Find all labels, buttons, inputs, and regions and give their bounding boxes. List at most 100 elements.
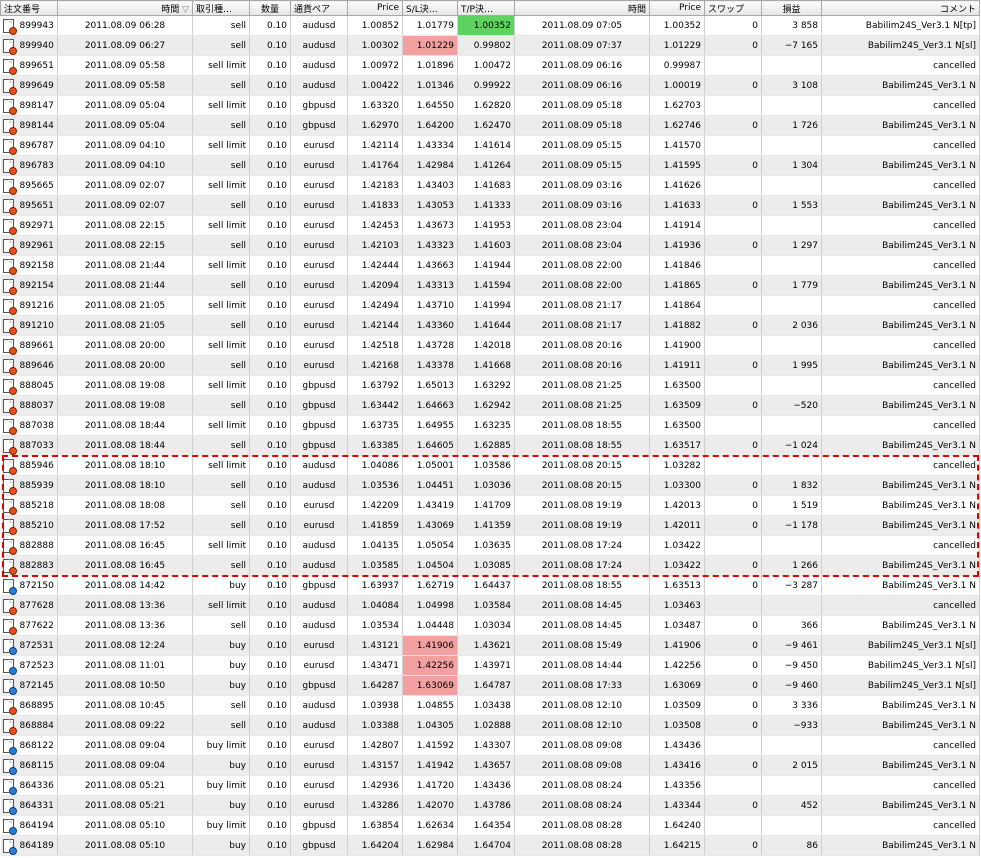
order-id: 892154 bbox=[19, 280, 54, 291]
cell-close-price: 1.03282 bbox=[649, 455, 705, 476]
table-row[interactable]: 877628 2011.08.08 13:36 sell limit 0.10 audu… bbox=[0, 595, 980, 616]
table-row[interactable]: 895665 2011.08.09 02:07 sell limit 0.10 euru… bbox=[0, 175, 980, 196]
table-row[interactable]: 885218 2011.08.08 18:08 sell 0.10 eurusd 1.42… bbox=[0, 495, 980, 516]
table-row[interactable]: 877622 2011.08.08 13:36 sell 0.10 audusd 1.03… bbox=[0, 615, 980, 636]
cell-close-price: 0.99987 bbox=[649, 55, 705, 76]
col-header-close-time[interactable]: 時間 bbox=[514, 0, 650, 16]
table-row[interactable]: 892971 2011.08.08 22:15 sell limit 0.10 euru… bbox=[0, 215, 980, 236]
cell-tp: 1.41683 bbox=[457, 175, 515, 196]
col-header-type[interactable]: 取引種… bbox=[192, 0, 250, 16]
cell-sl: 1.04305 bbox=[402, 715, 458, 736]
table-row[interactable]: 864331 2011.08.08 05:21 buy 0.10 eurusd 1.432… bbox=[0, 795, 980, 816]
table-row[interactable]: 892154 2011.08.08 21:44 sell 0.10 eurusd 1.42… bbox=[0, 275, 980, 296]
table-row[interactable]: 899940 2011.08.09 06:27 sell 0.10 audusd 1.00… bbox=[0, 35, 980, 56]
table-row[interactable]: 892158 2011.08.08 21:44 sell limit 0.10 euru… bbox=[0, 255, 980, 276]
cell-type: sell bbox=[192, 615, 250, 636]
cell-type: sell bbox=[192, 315, 250, 336]
cell-price: 1.04135 bbox=[347, 535, 403, 556]
cell-open-time: 2011.08.08 05:10 bbox=[57, 835, 193, 856]
col-header-sl[interactable]: S/L決… bbox=[402, 0, 458, 16]
table-row[interactable]: 896783 2011.08.09 04:10 sell 0.10 eurusd 1.41… bbox=[0, 155, 980, 176]
cell-price: 1.63937 bbox=[347, 575, 403, 596]
cell-swap: 0 bbox=[704, 435, 762, 456]
cell-profit: 86 bbox=[761, 835, 822, 856]
table-row[interactable]: 899649 2011.08.09 05:58 sell 0.10 audusd 1.00… bbox=[0, 75, 980, 96]
table-row[interactable]: 864189 2011.08.08 05:10 buy 0.10 gbpusd 1.642… bbox=[0, 835, 980, 856]
table-row[interactable]: 889646 2011.08.08 20:00 sell 0.10 eurusd 1.42… bbox=[0, 355, 980, 376]
cell-close-time: 2011.08.09 03:16 bbox=[514, 175, 650, 196]
cell-order-id: 889661 bbox=[0, 335, 58, 356]
table-row[interactable]: 868884 2011.08.08 09:22 sell 0.10 audusd 1.03… bbox=[0, 715, 980, 736]
table-row[interactable]: 891216 2011.08.08 21:05 sell limit 0.10 euru… bbox=[0, 295, 980, 316]
cell-type: sell bbox=[192, 155, 250, 176]
table-row[interactable]: 864336 2011.08.08 05:21 buy limit 0.10 eurus… bbox=[0, 775, 980, 796]
cell-open-time: 2011.08.09 05:58 bbox=[57, 75, 193, 96]
cell-profit bbox=[761, 55, 822, 76]
table-row[interactable]: 885946 2011.08.08 18:10 sell limit 0.10 audu… bbox=[0, 455, 980, 476]
cell-swap: 0 bbox=[704, 575, 762, 596]
cell-symbol: gbpusd bbox=[290, 415, 348, 436]
order-id: 877622 bbox=[19, 620, 54, 631]
col-header-close-price[interactable]: Price bbox=[649, 0, 705, 16]
table-row[interactable]: 891210 2011.08.08 21:05 sell 0.10 eurusd 1.42… bbox=[0, 315, 980, 336]
col-header-symbol[interactable]: 通貨ペア bbox=[290, 0, 348, 16]
col-header-order-id[interactable]: 注文番号 bbox=[0, 0, 58, 16]
cell-tp: 1.03036 bbox=[457, 475, 515, 496]
table-row[interactable]: 868122 2011.08.08 09:04 buy limit 0.10 eurus… bbox=[0, 735, 980, 756]
table-row[interactable]: 896787 2011.08.09 04:10 sell limit 0.10 euru… bbox=[0, 135, 980, 156]
cell-close-price: 1.42256 bbox=[649, 655, 705, 676]
table-row[interactable]: 888045 2011.08.08 19:08 sell limit 0.10 gbpu… bbox=[0, 375, 980, 396]
table-row[interactable]: 899651 2011.08.09 05:58 sell limit 0.10 audu… bbox=[0, 55, 980, 76]
cell-sl: 1.01346 bbox=[402, 75, 458, 96]
cell-close-price: 1.63069 bbox=[649, 675, 705, 696]
table-row[interactable]: 882888 2011.08.08 16:45 sell limit 0.10 audu… bbox=[0, 535, 980, 556]
cell-type: sell limit bbox=[192, 95, 250, 116]
col-header-tp[interactable]: T/P決… bbox=[457, 0, 515, 16]
cell-symbol: eurusd bbox=[290, 175, 348, 196]
table-row[interactable]: 872531 2011.08.08 12:24 buy 0.10 eurusd 1.431… bbox=[0, 635, 980, 656]
col-header-profit[interactable]: 損益 bbox=[761, 0, 822, 16]
table-row[interactable]: 864194 2011.08.08 05:10 buy limit 0.10 gbpus… bbox=[0, 815, 980, 836]
cell-sl: 1.63069 bbox=[402, 675, 458, 696]
cell-swap: 0 bbox=[704, 495, 762, 516]
col-header-comment[interactable]: コメント bbox=[821, 0, 980, 16]
sort-down-icon: ▽ bbox=[182, 4, 189, 15]
table-row[interactable]: 887033 2011.08.08 18:44 sell 0.10 gbpusd 1.63… bbox=[0, 435, 980, 456]
table-row[interactable]: 868895 2011.08.08 10:45 sell 0.10 audusd 1.03… bbox=[0, 695, 980, 716]
col-header-price[interactable]: Price bbox=[347, 0, 403, 16]
order-id: 889661 bbox=[19, 340, 54, 351]
table-row[interactable]: 885210 2011.08.08 17:52 sell 0.10 eurusd 1.41… bbox=[0, 515, 980, 536]
table-row[interactable]: 892961 2011.08.08 22:15 sell 0.10 eurusd 1.42… bbox=[0, 235, 980, 256]
sell-order-icon bbox=[2, 538, 17, 555]
cell-symbol: eurusd bbox=[290, 495, 348, 516]
cell-price: 1.03585 bbox=[347, 555, 403, 576]
cell-tp: 1.41944 bbox=[457, 255, 515, 276]
order-id: 864189 bbox=[19, 840, 54, 851]
table-row[interactable]: 872523 2011.08.08 11:01 buy 0.10 eurusd 1.434… bbox=[0, 655, 980, 676]
col-header-lots[interactable]: 数量 bbox=[249, 0, 291, 16]
cell-price: 1.43121 bbox=[347, 635, 403, 656]
table-header-row: 注文番号 時間 ▽ 取引種… 数量 通貨ペア Price S/L決… T/P決…… bbox=[0, 0, 980, 16]
order-id: 868115 bbox=[19, 760, 54, 771]
table-row[interactable]: 887038 2011.08.08 18:44 sell limit 0.10 gbpu… bbox=[0, 415, 980, 436]
table-row[interactable]: 895651 2011.08.09 02:07 sell 0.10 eurusd 1.41… bbox=[0, 195, 980, 216]
cell-lots: 0.10 bbox=[249, 735, 291, 756]
cell-tp: 1.41644 bbox=[457, 315, 515, 336]
cell-order-id: 885946 bbox=[0, 455, 58, 476]
table-row[interactable]: 889661 2011.08.08 20:00 sell limit 0.10 euru… bbox=[0, 335, 980, 356]
col-header-open-time[interactable]: 時間 ▽ bbox=[57, 0, 193, 16]
table-row[interactable]: 899943 2011.08.09 06:28 sell 0.10 audusd 1.00… bbox=[0, 15, 980, 36]
table-row[interactable]: 872150 2011.08.08 14:42 buy 0.10 gbpusd 1.639… bbox=[0, 575, 980, 596]
cell-swap bbox=[704, 55, 762, 76]
table-row[interactable]: 898147 2011.08.09 05:04 sell limit 0.10 gbpu… bbox=[0, 95, 980, 116]
table-row[interactable]: 888037 2011.08.08 19:08 sell 0.10 gbpusd 1.63… bbox=[0, 395, 980, 416]
table-row[interactable]: 882883 2011.08.08 16:45 sell 0.10 audusd 1.03… bbox=[0, 555, 980, 576]
cell-comment: Babilim24S_Ver3.1 N bbox=[821, 235, 980, 256]
table-row[interactable]: 872145 2011.08.08 10:50 buy 0.10 gbpusd 1.642… bbox=[0, 675, 980, 696]
cell-symbol: eurusd bbox=[290, 215, 348, 236]
table-row[interactable]: 898144 2011.08.09 05:04 sell 0.10 gbpusd 1.62… bbox=[0, 115, 980, 136]
table-row[interactable]: 868115 2011.08.08 09:04 buy 0.10 eurusd 1.431… bbox=[0, 755, 980, 776]
col-header-swap[interactable]: スワップ bbox=[704, 0, 762, 16]
table-row[interactable]: 885939 2011.08.08 18:10 sell 0.10 audusd 1.03… bbox=[0, 475, 980, 496]
cell-sl: 1.43323 bbox=[402, 235, 458, 256]
